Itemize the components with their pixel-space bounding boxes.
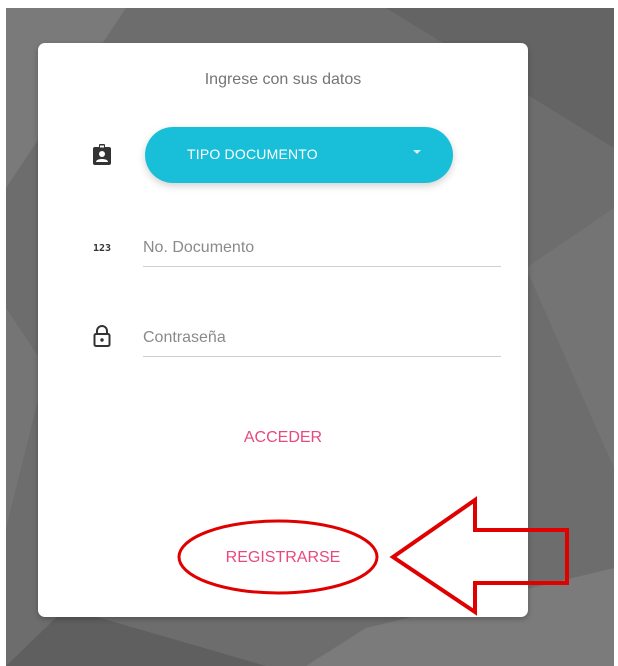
id-badge-icon	[90, 143, 114, 167]
document-number-input[interactable]	[143, 231, 501, 265]
register-button[interactable]: REGISTRARSE	[38, 549, 528, 567]
document-number-field[interactable]	[143, 231, 501, 267]
document-type-label: TIPO DOCUMENTO	[187, 146, 318, 162]
numbers-123-icon: 123	[90, 236, 114, 260]
login-card: Ingrese con sus datos TIPO DOCUMENTO 123	[38, 43, 528, 617]
document-type-select[interactable]: TIPO DOCUMENTO	[145, 127, 453, 183]
numbers-icon-text: 123	[92, 242, 112, 254]
submit-button[interactable]: ACCEDER	[38, 429, 528, 447]
screen: Ingrese con sus datos TIPO DOCUMENTO 123	[0, 0, 618, 666]
chevron-down-icon	[413, 150, 421, 154]
lock-icon	[90, 324, 114, 348]
password-input[interactable]	[143, 321, 501, 355]
card-title: Ingrese con sus datos	[204, 71, 362, 88]
password-field[interactable]	[143, 321, 501, 357]
